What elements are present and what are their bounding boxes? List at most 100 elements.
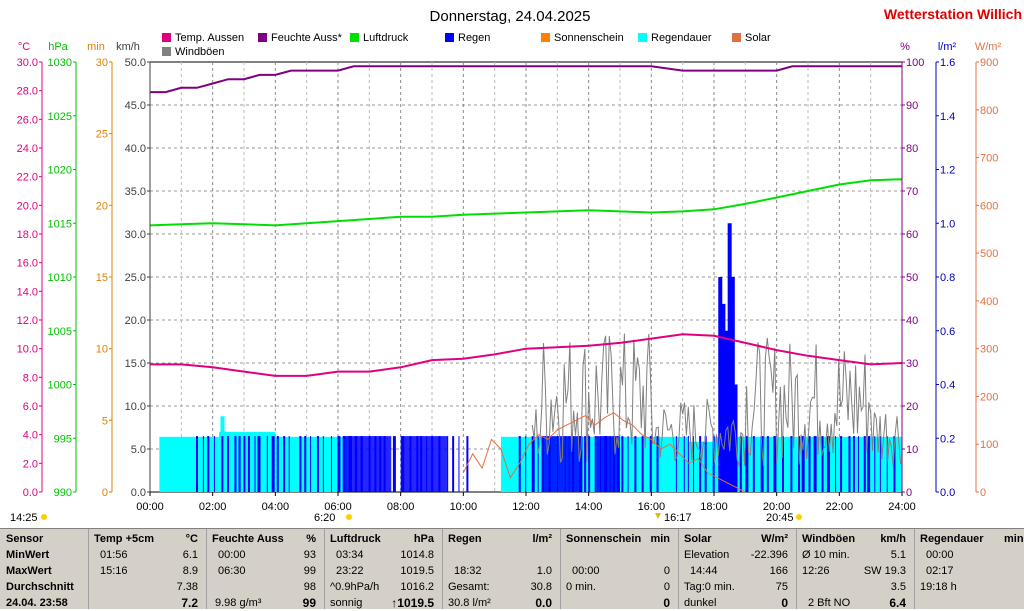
wind-tick-label: 30.0 [125, 229, 146, 241]
stats-table: Sensor MinWert MaxWert Durchschnitt 24.0… [0, 528, 1024, 610]
pressure-tick-label: 990 [54, 487, 72, 499]
rain-activity-block [541, 436, 583, 492]
pressure-tick-label: 1020 [48, 165, 72, 177]
humidity-tick-label: 20 [906, 401, 918, 413]
solar-noon-icon [655, 513, 661, 519]
dur-header: Regendauer [920, 533, 984, 545]
sun-unit: min [650, 533, 670, 545]
rain-column: Regen l/m² 18:32 1.0 Gesamt: 30.8 30.8 l… [448, 531, 556, 610]
wind-tick-label: 0.0 [131, 487, 146, 499]
temp-unit-label: °C [18, 41, 30, 53]
humidity-column: Feuchte Auss % 00:00 93 06:30 99 98 9.98… [212, 531, 320, 610]
solar-tick-label: 400 [980, 296, 998, 308]
solar-column: Solar W/m² Elevation -22.396 14:44 166 T… [684, 531, 792, 610]
solar-max: 166 [769, 565, 788, 577]
pressure-tick-label: 1005 [48, 326, 72, 338]
wind-tick-label: 10.0 [125, 401, 146, 413]
wind-tick-label: 5.0 [131, 444, 146, 456]
temp-min: 6.1 [182, 549, 198, 561]
gust-unit: km/h [880, 533, 906, 545]
wind-tick-label: 35.0 [125, 186, 146, 198]
press-header: Luftdruck [330, 533, 381, 545]
minutes-tick-label: 30 [96, 57, 108, 69]
solar-max-time: 14:44 [690, 565, 718, 577]
rain-tick-label: 0.2 [940, 433, 955, 445]
legend-label: Regen [458, 32, 490, 44]
press-avg: 1016.2 [400, 581, 434, 593]
press-min: 1014.8 [400, 549, 434, 561]
legend-label: Feuchte Auss* [271, 32, 343, 44]
sun-total-label: 0 min. [566, 581, 596, 593]
legend-swatch [350, 33, 359, 42]
solar-tick-label: 0 [980, 487, 986, 499]
wind-tick-label: 15.0 [125, 358, 146, 370]
temp-current: 7.2 [181, 596, 198, 610]
sun-max-time: 00:00 [572, 565, 600, 577]
wind-tick-label: 45.0 [125, 100, 146, 112]
temp-column: Temp +5cm °C 01:56 6.1 15:16 8.9 7.38 7.… [94, 531, 202, 610]
solar-elevation: -22.396 [750, 549, 788, 561]
humidity-tick-label: 90 [906, 100, 918, 112]
row-labels: Sensor MinWert MaxWert Durchschnitt 24.0… [6, 531, 86, 609]
solar-tick-label: 500 [980, 248, 998, 260]
dur-unit: min [1004, 533, 1024, 545]
temp-min-time: 01:56 [100, 549, 128, 561]
dur-min-time: 00:00 [926, 549, 954, 561]
rain-tick-label: 1.0 [940, 218, 955, 230]
rain-duration-bar [275, 436, 348, 492]
rain-activity-block [400, 436, 448, 492]
pressure-tick-label: 1015 [48, 218, 72, 230]
gust-avg: 3.5 [890, 581, 906, 593]
gust-current: 6.4 [889, 596, 906, 610]
sunset-icon [796, 514, 802, 520]
hum-abs: 9.98 g/m³ [215, 597, 262, 609]
x-tick-label: 16:00 [638, 501, 666, 513]
x-tick-label: 02:00 [199, 501, 227, 513]
hum-unit: % [306, 533, 316, 545]
press-max-time: 23:22 [336, 565, 364, 577]
legend-swatch [638, 33, 647, 42]
humidity-tick-label: 50 [906, 272, 918, 284]
solar-current: 0 [781, 596, 788, 610]
rain-current: 0.0 [535, 596, 552, 610]
plot-frame [149, 61, 903, 493]
solar-avg: 75 [775, 581, 788, 593]
press-unit: hPa [413, 533, 434, 545]
rain-activity-block [344, 436, 392, 492]
humidity-tick-label: 30 [906, 358, 918, 370]
gust-column: Windböen km/h Ø 10 min. 5.1 12:26 SW 19.… [802, 531, 910, 610]
solar-tick-label: 100 [980, 439, 998, 451]
minutes-tick-label: 25 [96, 129, 108, 141]
pressure-tick-label: 1030 [48, 57, 72, 69]
gust-max-time: 12:26 [802, 565, 830, 577]
temp-tick-label: 14.0 [17, 286, 38, 298]
minutes-tick-label: 5 [102, 415, 108, 427]
rain-tick-label: 1.2 [940, 165, 955, 177]
press-forecast: sonnig [330, 597, 363, 609]
rain-max-time: 18:32 [454, 565, 482, 577]
temp-tick-label: 28.0 [17, 86, 38, 98]
gust-min: 5.1 [890, 549, 906, 561]
hum-max-time: 06:30 [218, 565, 246, 577]
temp-header: Temp +5cm [94, 533, 155, 545]
sunshine-column: Sonnenschein min 00:00 0 0 min. 0 0 [566, 531, 674, 610]
sunrise-icon [346, 514, 352, 520]
minutes-tick-label: 20 [96, 200, 108, 212]
pressure-tick-label: 1010 [48, 272, 72, 284]
rain-tick-label: 0.8 [940, 272, 955, 284]
rain-tick-label: 1.6 [940, 57, 955, 69]
solar-unit: W/m² [761, 533, 788, 545]
legend-swatch [162, 47, 171, 56]
humidity-tick-label: 70 [906, 186, 918, 198]
temp-tick-label: 26.0 [17, 114, 38, 126]
humidity-tick-label: 0 [906, 487, 912, 499]
station-name: Wetterstation Willich [884, 6, 1022, 22]
sun-markers: 14:25 6:20 16:17 20:45 [10, 512, 802, 524]
temp-tick-label: 16.0 [17, 258, 38, 270]
temp-tick-label: 0.0 [23, 487, 38, 499]
weather-chart: 00:00 02:00 04:00 06:00 08:00 10:00 12:00 14:00… [10, 6, 1022, 524]
temp-tick-label: 8.0 [23, 372, 38, 384]
x-tick-label: 18:00 [700, 501, 728, 513]
rain-tick-label: 0.4 [940, 380, 955, 392]
rain-tick-label: 0.0 [940, 487, 955, 499]
